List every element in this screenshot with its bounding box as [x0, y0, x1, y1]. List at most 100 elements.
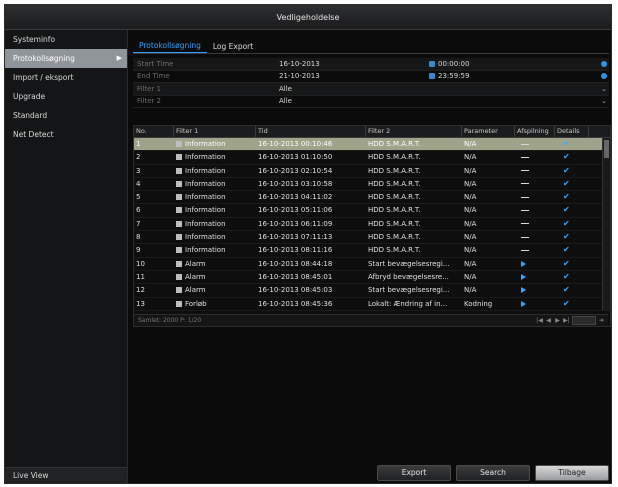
details-icon[interactable]: ✔	[563, 245, 570, 254]
calendar-icon[interactable]	[429, 60, 435, 67]
first-page-icon[interactable]: |◀	[536, 317, 543, 324]
table-row[interactable]: 5 Information 16-10-2013 04:11:02 HDD S.M.A…	[134, 191, 610, 205]
play-icon[interactable]	[521, 287, 526, 294]
cell-filter2: HDD S.M.A.R.T.	[366, 204, 462, 216]
details-icon[interactable]: ✔	[563, 219, 570, 228]
details-icon[interactable]: ✔	[563, 272, 570, 281]
end-date-field[interactable]: 21-10-2013	[279, 72, 429, 80]
back-button[interactable]: Tilbage	[535, 465, 609, 481]
cell-playback[interactable]	[515, 165, 555, 177]
table-row[interactable]: 6 Information 16-10-2013 05:11:06 HDD S.M.A…	[134, 204, 610, 218]
scrollbar-thumb[interactable]	[604, 140, 609, 158]
play-icon[interactable]	[521, 300, 526, 307]
last-page-icon[interactable]: ▶|	[563, 317, 570, 324]
sidebar-item-log-search[interactable]: Protokollsøgning ▶	[5, 49, 127, 68]
column-header-time[interactable]: Tid	[256, 126, 366, 137]
play-icon[interactable]	[521, 260, 526, 267]
cell-playback[interactable]	[515, 244, 555, 256]
table-row[interactable]: 11 Alarm 16-10-2013 08:45:01 Afbryd bevægel…	[134, 271, 610, 285]
cell-details[interactable]: ✔	[555, 218, 589, 230]
cell-playback[interactable]	[515, 138, 555, 150]
cell-details[interactable]: ✔	[555, 138, 589, 150]
search-button[interactable]: Search	[456, 465, 530, 481]
cell-details[interactable]: ✔	[555, 191, 589, 203]
column-header-filter1[interactable]: Filter 1	[174, 126, 256, 137]
cell-playback[interactable]	[515, 151, 555, 163]
export-button[interactable]: Export	[377, 465, 451, 481]
cell-text: 12	[136, 286, 145, 295]
table-row[interactable]: 12 Alarm 16-10-2013 08:45:03 Start bevægels…	[134, 284, 610, 298]
details-icon[interactable]: ✔	[563, 259, 570, 268]
prev-page-icon[interactable]: ◀	[545, 317, 552, 324]
cell-details[interactable]: ✔	[555, 271, 589, 283]
sidebar-item-import-export[interactable]: Import / eksport	[5, 68, 127, 87]
table-row[interactable]: 9 Information 16-10-2013 08:11:16 HDD S.M.A…	[134, 244, 610, 258]
chevron-down-icon[interactable]: ⌄	[601, 97, 607, 105]
sidebar-item-upgrade[interactable]: Upgrade	[5, 87, 127, 106]
table-row[interactable]: 3 Information 16-10-2013 02:10:54 HDD S.M.A…	[134, 165, 610, 178]
details-icon[interactable]: ✔	[563, 232, 570, 241]
cell-details[interactable]: ✔	[555, 244, 589, 256]
details-icon[interactable]: ✔	[563, 285, 570, 294]
cell-playback[interactable]	[515, 204, 555, 216]
cell-parameter: N/A	[462, 204, 515, 216]
calendar-icon[interactable]	[429, 73, 435, 80]
cell-playback[interactable]	[515, 258, 555, 270]
page-input[interactable]	[572, 316, 596, 325]
table-row[interactable]: 10 Alarm 16-10-2013 08:44:18 Start bevægels…	[134, 258, 610, 271]
go-page-icon[interactable]: ➜	[598, 317, 605, 324]
play-icon[interactable]	[521, 273, 526, 280]
table-row[interactable]: 2 Information 16-10-2013 01:10:50 HDD S.M.A…	[134, 151, 610, 165]
cell-playback[interactable]	[515, 218, 555, 230]
table-row[interactable]: 13 Forløb 16-10-2013 08:45:36 Lokalt: Ændri…	[134, 298, 610, 311]
chevron-down-icon[interactable]: ⌄	[601, 85, 607, 93]
cell-playback[interactable]	[515, 271, 555, 283]
table-row[interactable]: 7 Information 16-10-2013 06:11:09 HDD S.M.A…	[134, 218, 610, 232]
live-view-button[interactable]: Live View	[5, 467, 127, 483]
details-icon[interactable]: ✔	[563, 139, 570, 148]
cell-details[interactable]: ✔	[555, 165, 589, 177]
details-icon[interactable]: ✔	[563, 299, 570, 308]
table-row[interactable]: 8 Information 16-10-2013 07:11:13 HDD S.M.A…	[134, 231, 610, 245]
cell-parameter: N/A	[462, 165, 515, 177]
table-row[interactable]: 4 Information 16-10-2013 03:10:58 HDD S.M.A…	[134, 178, 610, 192]
column-header-parameter[interactable]: Parameter	[462, 126, 515, 137]
column-header-details[interactable]: Details	[555, 126, 589, 137]
cell-details[interactable]: ✔	[555, 284, 589, 296]
sidebar-item-net-detect[interactable]: Net Detect	[5, 125, 127, 144]
cell-playback[interactable]	[515, 298, 555, 310]
column-header-playback[interactable]: Afspilning	[515, 126, 555, 137]
cell-details[interactable]: ✔	[555, 231, 589, 243]
details-icon[interactable]: ✔	[563, 166, 570, 175]
cell-details[interactable]: ✔	[555, 151, 589, 163]
cell-details[interactable]: ✔	[555, 204, 589, 216]
cell-playback[interactable]	[515, 178, 555, 190]
cell-playback[interactable]	[515, 231, 555, 243]
sidebar-item-systeminfo[interactable]: Systeminfo	[5, 30, 127, 49]
clock-icon[interactable]	[601, 60, 607, 67]
filter2-select[interactable]: Alle	[279, 97, 429, 105]
table-row[interactable]: 1 Information 16-10-2013 00:10:46 HDD S.M.A…	[134, 138, 610, 152]
sidebar-item-standard[interactable]: Standard	[5, 106, 127, 125]
start-time-field[interactable]: 00:00:00	[438, 60, 469, 68]
clock-icon[interactable]	[601, 73, 607, 80]
column-header-no[interactable]: No.	[134, 126, 174, 137]
column-header-filter2[interactable]: Filter 2	[366, 126, 462, 137]
cell-details[interactable]: ✔	[555, 298, 589, 310]
filter1-select[interactable]: Alle	[279, 85, 429, 93]
details-icon[interactable]: ✔	[563, 205, 570, 214]
tab-log-export[interactable]: Log Export	[207, 40, 259, 53]
vertical-scrollbar[interactable]	[602, 138, 610, 310]
cell-playback[interactable]	[515, 191, 555, 203]
tab-log-search[interactable]: Protokollsøgning	[133, 39, 207, 53]
details-icon[interactable]: ✔	[563, 192, 570, 201]
cell-details[interactable]: ✔	[555, 258, 589, 270]
start-date-field[interactable]: 16-10-2013	[279, 60, 429, 68]
details-icon[interactable]: ✔	[563, 152, 570, 161]
cell-playback[interactable]	[515, 284, 555, 296]
details-icon[interactable]: ✔	[563, 179, 570, 188]
end-time-field[interactable]: 23:59:59	[438, 72, 469, 80]
cell-details[interactable]: ✔	[555, 178, 589, 190]
cell-text: Information	[185, 233, 226, 242]
next-page-icon[interactable]: ▶	[554, 317, 561, 324]
